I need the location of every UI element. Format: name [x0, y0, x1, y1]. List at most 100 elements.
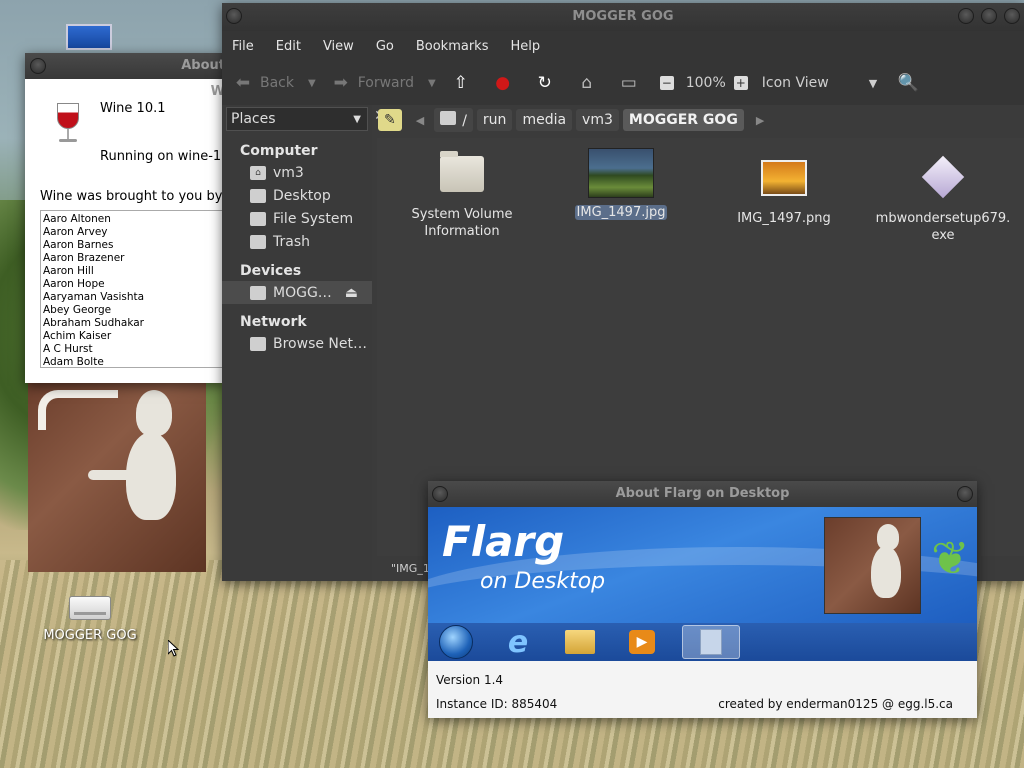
chevron-down-icon: ▼: [868, 76, 878, 90]
file-label: IMG_1497.jpg: [574, 205, 668, 220]
wine-about-titlebar[interactable]: About W: [25, 53, 225, 99]
file-item-img-1497-png[interactable]: IMG_1497.png: [729, 156, 839, 227]
sidebar-item-vm3[interactable]: ⌂ vm3: [222, 161, 372, 184]
minus-icon: −: [659, 76, 674, 90]
forward-button[interactable]: ➡ Forward ▼: [330, 72, 436, 94]
desktop-drive-icon[interactable]: MOGGER GOG: [40, 596, 140, 643]
sidebar-item-label: MOGG…: [273, 284, 332, 301]
sidebar-item-mogger-gog[interactable]: MOGG… ⏏: [222, 281, 372, 304]
leaf-decoration-icon: ❦: [931, 531, 970, 585]
file-item-system-volume-information[interactable]: System Volume Information: [407, 151, 517, 240]
flarg-about-titlebar[interactable]: About Flarg on Desktop: [428, 481, 977, 507]
flarg-about-window: About Flarg on Desktop Flarg on Desktop …: [428, 481, 977, 718]
breadcrumb-run[interactable]: run: [476, 109, 513, 131]
breadcrumb-current[interactable]: MOGGER GOG: [622, 109, 744, 131]
folder-icon: [558, 625, 602, 659]
file-label: System Volume: [411, 207, 513, 222]
file-manager-titlebar[interactable]: MOGGER GOG: [222, 3, 1024, 31]
desktop-rat-image: [28, 380, 206, 572]
file-item-img-1497-jpg[interactable]: IMG_1497.jpg: [571, 148, 671, 221]
drive-icon: [250, 285, 266, 300]
minimize-button[interactable]: [958, 8, 974, 24]
executable-icon: [921, 155, 965, 199]
eject-icon[interactable]: ⏏: [345, 285, 358, 301]
toolbar: ⬅ Back ▼ ➡ Forward ▼ ⇧ ● ↻ ⌂ ▭ − 100% + …: [222, 61, 1024, 105]
list-item: Aaron Barnes: [43, 239, 114, 251]
list-item: Aaron Arvey: [43, 226, 108, 238]
breadcrumb-scroll-left-icon[interactable]: ◀: [416, 114, 424, 127]
breadcrumb-vm3[interactable]: vm3: [576, 109, 619, 131]
flarg-banner-title: Flarg: [442, 517, 565, 566]
reload-button[interactable]: ↻: [534, 72, 562, 94]
flarg-banner: Flarg on Desktop ❦: [428, 507, 977, 623]
sidebar-item-label: File System: [273, 210, 354, 227]
window-menu-button[interactable]: [226, 8, 242, 24]
sidebar-item-file-system[interactable]: File System: [222, 207, 372, 230]
window-menu-button[interactable]: [30, 58, 46, 74]
menu-edit[interactable]: Edit: [276, 39, 301, 54]
stop-button[interactable]: ●: [492, 72, 520, 94]
close-button[interactable]: [1004, 8, 1020, 24]
sidebar-item-browse-network[interactable]: Browse Net…: [222, 332, 372, 355]
window-menu-button[interactable]: [432, 486, 448, 502]
menu-help[interactable]: Help: [510, 39, 540, 54]
search-button[interactable]: 🔍: [897, 72, 925, 94]
desktop-computer-icon[interactable]: [66, 24, 112, 50]
sidebar-heading-devices: Devices: [240, 263, 302, 279]
sidebar-item-desktop[interactable]: Desktop: [222, 184, 372, 207]
menu-bar: File Edit View Go Bookmarks Help: [222, 31, 1024, 61]
hard-drive-icon: [69, 596, 111, 620]
breadcrumb-root[interactable]: /: [434, 108, 473, 132]
view-mode-select[interactable]: Icon View ▼: [762, 75, 877, 91]
wine-about-title: About W: [181, 58, 225, 99]
menu-view[interactable]: View: [323, 39, 354, 54]
flarg-rat-photo: [824, 517, 921, 614]
close-button[interactable]: [957, 486, 973, 502]
file-label: exe: [931, 228, 955, 243]
wine-glass-icon: [55, 103, 81, 147]
sidebar-heading-network: Network: [240, 314, 307, 330]
sidebar-item-trash[interactable]: Trash: [222, 230, 372, 253]
computer-button[interactable]: ▭: [618, 72, 646, 94]
up-button[interactable]: ⇧: [450, 72, 478, 94]
breadcrumb-scroll-right-icon[interactable]: ▶: [756, 114, 764, 127]
zoom-out-button[interactable]: −: [659, 76, 680, 90]
back-label: Back: [260, 75, 294, 91]
sidebar-heading-computer: Computer: [240, 143, 318, 159]
home-button[interactable]: ⌂: [576, 72, 604, 94]
sidebar-item-label: vm3: [273, 164, 304, 181]
edit-location-icon[interactable]: ✎: [378, 109, 402, 131]
flarg-about-title: About Flarg on Desktop: [615, 486, 790, 501]
ie-icon: e: [507, 624, 529, 660]
places-selector[interactable]: Places ▼ ✕: [226, 107, 386, 131]
sidebar-item-label: Trash: [273, 233, 310, 250]
menu-go[interactable]: Go: [376, 39, 394, 54]
flarg-created-by: created by enderman0125 @ egg.l5.ca: [718, 697, 953, 711]
flarg-version: Version 1.4: [436, 673, 504, 687]
wine-credits-list[interactable]: Aaro Altonen Aaron Arvey Aaron Barnes Aa…: [40, 210, 225, 368]
file-item-mbwondersetup[interactable]: mbwondersetup679. exe: [875, 155, 1011, 244]
hard-drive-icon: [250, 211, 266, 226]
zoom-in-button[interactable]: +: [733, 76, 754, 90]
breadcrumb: ✎ ◀ / run media vm3 MOGGER GOG ▶: [378, 107, 764, 133]
zoom-level: 100%: [685, 75, 726, 91]
search-icon: 🔍: [897, 73, 919, 93]
image-thumbnail-icon: [588, 148, 654, 198]
chevron-down-icon: ▼: [353, 113, 361, 125]
chevron-down-icon[interactable]: ▼: [308, 78, 316, 89]
maximize-button[interactable]: [981, 8, 997, 24]
desktop-folder-icon: [250, 188, 266, 203]
chevron-down-icon[interactable]: ▼: [428, 78, 436, 89]
home-folder-icon: ⌂: [250, 165, 266, 180]
menu-bookmarks[interactable]: Bookmarks: [416, 39, 489, 54]
hard-drive-icon: [440, 111, 457, 125]
breadcrumb-media[interactable]: media: [516, 109, 573, 131]
arrow-up-icon: ⇧: [453, 73, 468, 93]
menu-file[interactable]: File: [232, 39, 254, 54]
wine-running-text: Running on wine-10.1: [100, 149, 225, 164]
network-icon: [250, 336, 266, 351]
file-label: IMG_1497.png: [737, 211, 831, 226]
sidebar-item-label: Desktop: [273, 187, 331, 204]
list-item: Adam Bolte: [43, 356, 104, 368]
back-button[interactable]: ⬅ Back ▼: [232, 72, 316, 94]
